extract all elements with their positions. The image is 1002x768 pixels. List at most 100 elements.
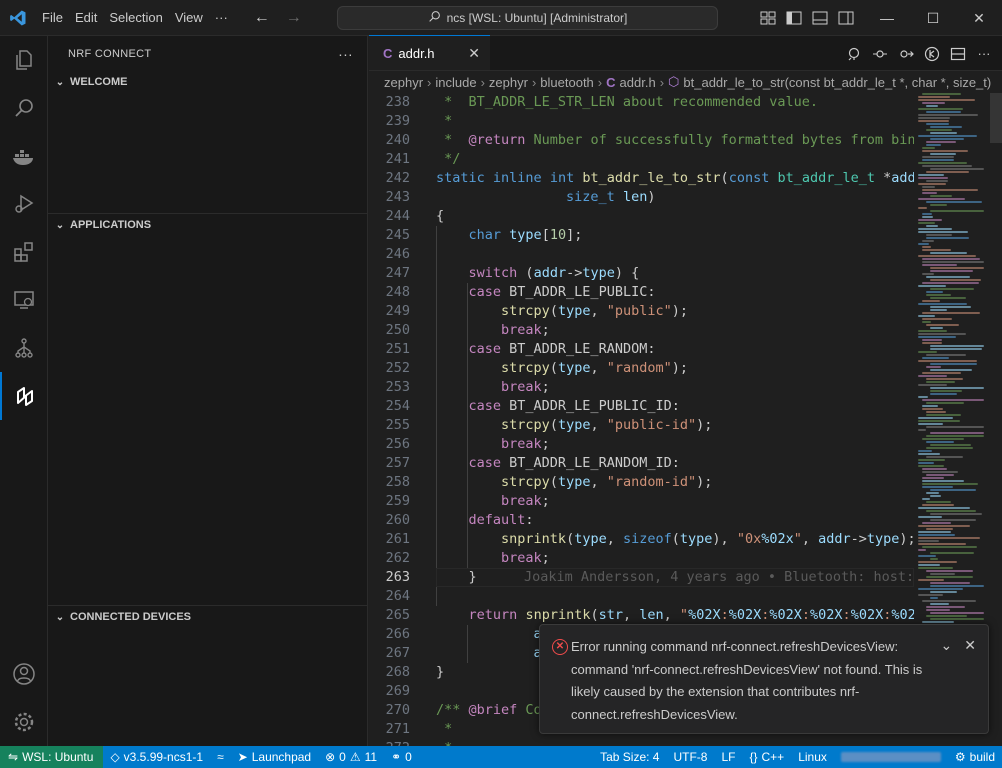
minimap-line bbox=[930, 348, 982, 350]
run-debug-icon[interactable] bbox=[0, 180, 48, 228]
minimap-line bbox=[930, 618, 984, 620]
minimap-line bbox=[926, 141, 956, 143]
explorer-icon[interactable] bbox=[0, 36, 48, 84]
nrf-connect-icon[interactable] bbox=[0, 372, 48, 420]
sidebar-more-actions[interactable]: ··· bbox=[338, 46, 353, 62]
extensions-icon[interactable] bbox=[0, 228, 48, 276]
code-line: 256 break; bbox=[369, 435, 914, 454]
back-arrow-icon[interactable]: ← bbox=[252, 9, 272, 27]
minimap-line bbox=[926, 528, 953, 530]
docker-icon[interactable] bbox=[0, 132, 48, 180]
breadcrumb-item[interactable]: bluetooth bbox=[540, 75, 594, 90]
line-number: 257 bbox=[385, 455, 410, 471]
maximize-icon[interactable]: ☐ bbox=[910, 0, 956, 36]
forward-arrow-icon[interactable]: → bbox=[284, 9, 304, 27]
minimap-line bbox=[926, 402, 964, 404]
scrollbar-thumb[interactable] bbox=[990, 93, 1002, 143]
close-window-icon[interactable]: ✕ bbox=[956, 0, 1002, 36]
encoding[interactable]: UTF-8 bbox=[666, 746, 714, 768]
sdk-version[interactable]: ◇ v3.5.99-ncs1-1 bbox=[103, 746, 210, 768]
braces-icon: {} bbox=[749, 750, 758, 764]
minimap-line bbox=[918, 453, 940, 455]
search-view-icon[interactable] bbox=[0, 84, 48, 132]
split-editor-icon[interactable] bbox=[950, 46, 966, 62]
breadcrumb-item[interactable]: bt_addr_le_to_str(const bt_addr_le_t *, … bbox=[683, 75, 991, 90]
section-connected-devices[interactable]: ⌄ CONNECTED DEVICES bbox=[48, 606, 368, 628]
accounts-icon[interactable] bbox=[0, 650, 48, 698]
line-number: 270 bbox=[385, 702, 410, 718]
line-number: 265 bbox=[385, 607, 410, 623]
minimap-line bbox=[922, 399, 984, 401]
minimap-line bbox=[922, 438, 964, 440]
minimap-line bbox=[918, 177, 948, 179]
breadcrumb-item[interactable]: zephyr bbox=[489, 75, 528, 90]
code-line: 265 return snprintk(str, len, "%02X:%02X… bbox=[369, 606, 914, 625]
remote-indicator[interactable]: ⇋ WSL: Ubuntu bbox=[0, 746, 104, 768]
language-mode[interactable]: {} C++ bbox=[742, 746, 791, 768]
menu-more[interactable]: ··· bbox=[209, 0, 234, 36]
code-text: case BT_ADDR_LE_PUBLIC: bbox=[468, 284, 656, 300]
breadcrumb-item[interactable]: include bbox=[435, 75, 476, 90]
launchpad[interactable]: ➤ Launchpad bbox=[231, 746, 318, 768]
end-of-line[interactable]: LF bbox=[714, 746, 742, 768]
code-line: 249 strcpy(type, "public"); bbox=[369, 302, 914, 321]
search-label: ncs [WSL: Ubuntu] [Administrator] bbox=[446, 11, 628, 25]
menu-edit[interactable]: Edit bbox=[69, 0, 103, 36]
open-changes-icon[interactable] bbox=[846, 46, 862, 62]
os-indicator[interactable]: Linux bbox=[791, 746, 834, 768]
minimap-line bbox=[926, 237, 969, 239]
code-line: 242 static inline int bt_addr_le_to_str(c… bbox=[369, 169, 914, 188]
minimap-line bbox=[930, 363, 977, 365]
toggle-secondary-sidebar-icon[interactable] bbox=[838, 11, 854, 25]
close-tab-icon[interactable]: ✕ bbox=[468, 45, 480, 62]
settings-gear-icon[interactable] bbox=[0, 698, 48, 746]
code-text: snprintk(type, sizeof(type), "0x%02x", a… bbox=[501, 531, 914, 547]
source-control-icon[interactable] bbox=[0, 324, 48, 372]
chevron-down-icon[interactable]: ⌄ bbox=[941, 637, 953, 654]
section-welcome[interactable]: ⌄ WELCOME bbox=[48, 71, 368, 93]
minimize-icon[interactable]: — bbox=[864, 0, 910, 36]
menu-selection[interactable]: Selection bbox=[103, 0, 168, 36]
close-notification-icon[interactable]: ✕ bbox=[964, 637, 976, 654]
minimap-line bbox=[918, 543, 966, 545]
code-text: break; bbox=[501, 379, 550, 395]
section-applications[interactable]: ⌄ APPLICATIONS bbox=[48, 214, 368, 236]
git-commit-icon[interactable] bbox=[872, 46, 888, 62]
nrf-toolchain[interactable]: ≈ bbox=[210, 746, 231, 768]
minimap-line bbox=[922, 498, 930, 500]
problems-indicator[interactable]: ⊗ 0 ⚠ 11 bbox=[318, 746, 384, 768]
line-number: 256 bbox=[385, 436, 410, 452]
minimap-line bbox=[922, 93, 961, 95]
toggle-panel-icon[interactable] bbox=[812, 11, 828, 25]
minimap-line bbox=[926, 576, 973, 578]
editor-scrollbar[interactable] bbox=[990, 93, 1002, 746]
minimap-line bbox=[922, 522, 951, 524]
line-number: 266 bbox=[385, 626, 410, 642]
minimap-line bbox=[930, 306, 971, 308]
remote-explorer-icon[interactable] bbox=[0, 276, 48, 324]
search-icon bbox=[428, 10, 441, 26]
line-number: 259 bbox=[385, 493, 410, 509]
toggle-primary-sidebar-icon[interactable] bbox=[786, 11, 802, 25]
minimap-line bbox=[918, 255, 976, 257]
minimap-line bbox=[926, 510, 976, 512]
minimap-line bbox=[926, 291, 943, 293]
menu-file[interactable]: File bbox=[36, 0, 69, 36]
code-text: break; bbox=[501, 436, 550, 452]
menu-view[interactable]: View bbox=[169, 0, 209, 36]
tab-size[interactable]: Tab Size: 4 bbox=[593, 746, 666, 768]
breadcrumb-item[interactable]: addr.h bbox=[620, 75, 656, 90]
next-change-icon[interactable] bbox=[898, 46, 914, 62]
nrf-build-icon[interactable] bbox=[924, 46, 940, 62]
ports-indicator[interactable]: ⚭ 0 bbox=[384, 746, 419, 768]
customize-layout-icon[interactable] bbox=[760, 11, 776, 25]
line-number: 243 bbox=[385, 189, 410, 205]
tab-addr-h[interactable]: C addr.h ✕ bbox=[369, 35, 490, 70]
more-actions-icon[interactable]: ··· bbox=[976, 46, 992, 62]
build-indicator[interactable]: ⚙ build bbox=[948, 746, 1002, 768]
code-line: 255 strcpy(type, "public-id"); bbox=[369, 416, 914, 435]
minimap-line bbox=[922, 189, 978, 191]
command-center-search[interactable]: ncs [WSL: Ubuntu] [Administrator] bbox=[337, 6, 718, 30]
editor-tabs: C addr.h ✕ ··· bbox=[369, 35, 1002, 71]
breadcrumb-item[interactable]: zephyr bbox=[384, 75, 423, 90]
